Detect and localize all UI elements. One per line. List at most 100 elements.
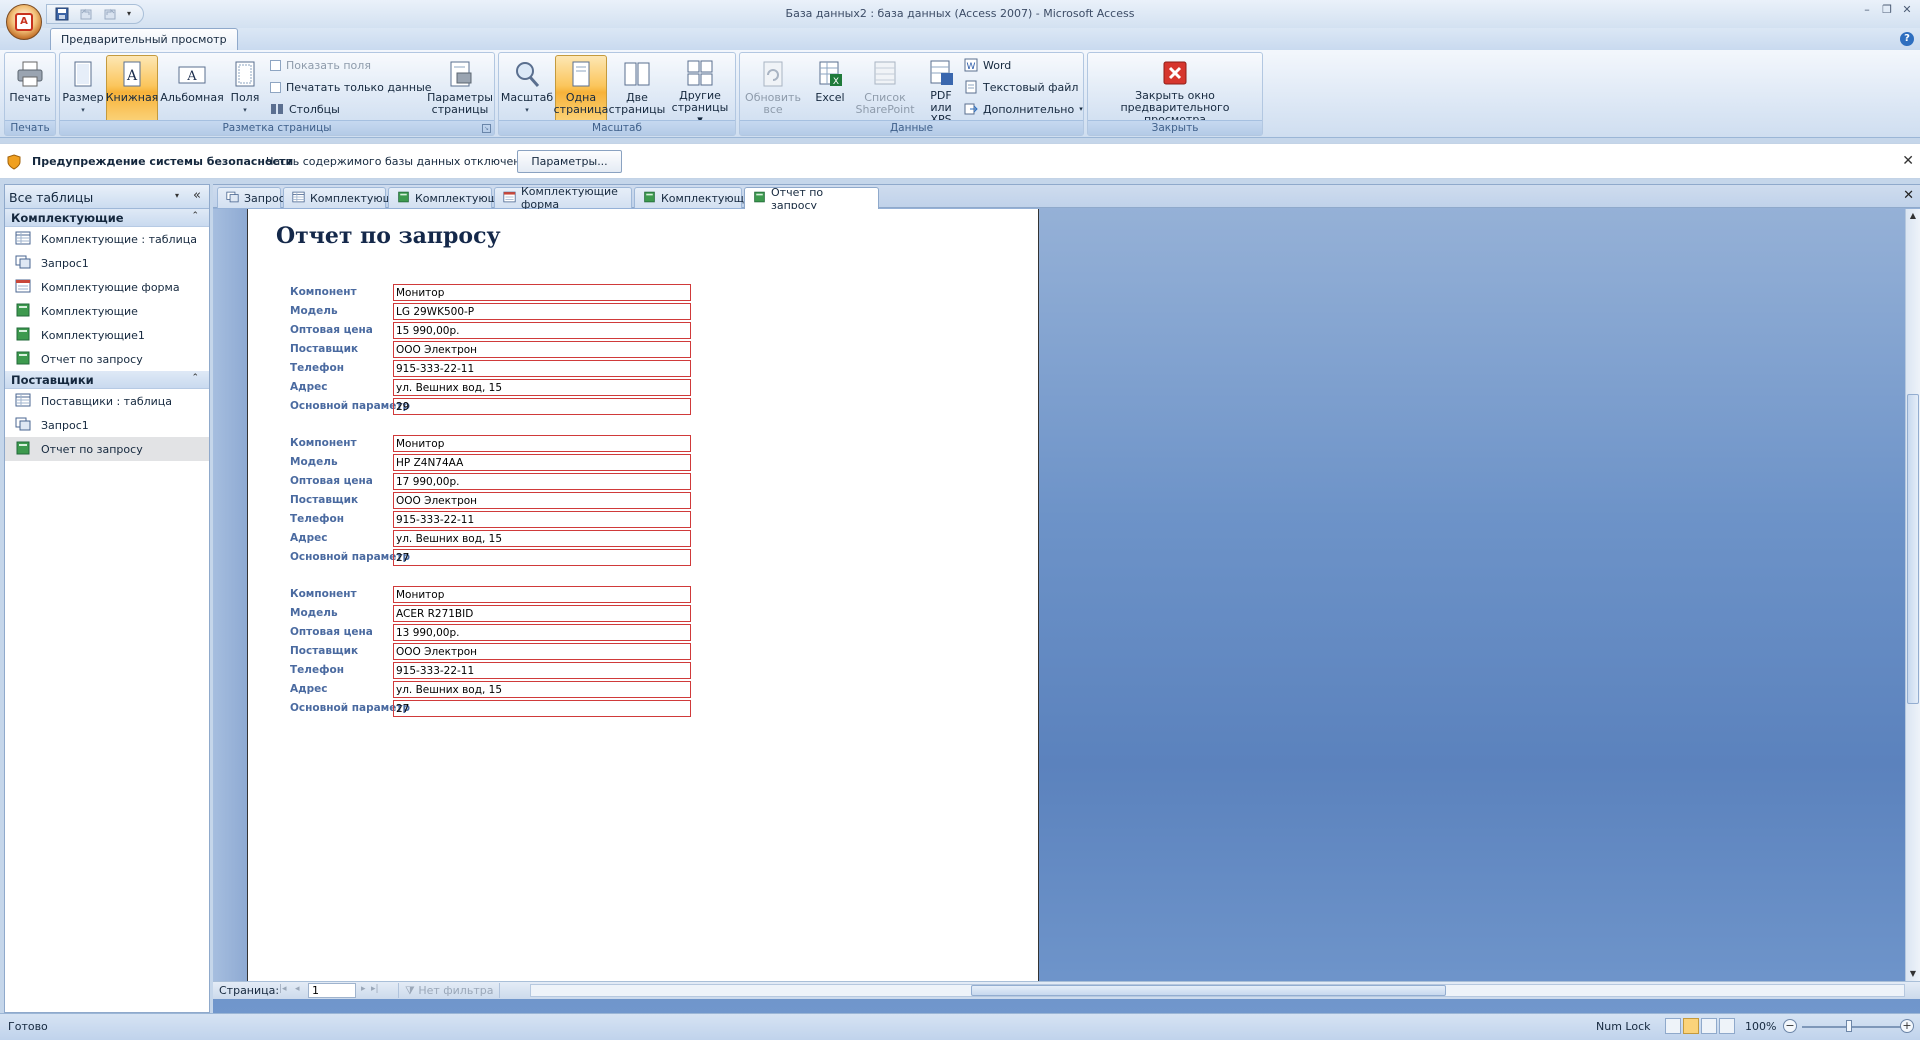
print-preview-view-icon[interactable] (1683, 1018, 1699, 1034)
report-icon (397, 191, 410, 206)
size-button[interactable]: Размер ▾ (62, 55, 104, 121)
zoom-in-icon[interactable]: + (1900, 1019, 1914, 1033)
document-tab[interactable]: Запрос1 (217, 187, 292, 208)
nav-item[interactable]: Комплектующие1 (5, 323, 209, 347)
export-text-file-button[interactable]: Текстовый файл (964, 78, 1078, 96)
more-pages-button[interactable]: Другие страницы ▾ (667, 55, 733, 126)
collapse-group-icon[interactable]: ⌃ (191, 373, 199, 383)
text-file-icon (965, 80, 977, 94)
restore-icon[interactable]: ❐ (1880, 3, 1894, 17)
close-security-bar-icon[interactable]: ✕ (1902, 153, 1914, 169)
group-data-label: Данные (740, 120, 1083, 135)
zoom-button[interactable]: Масштаб ▾ (501, 55, 553, 121)
print-data-only-option[interactable]: Печатать только данные (270, 78, 432, 96)
one-page-button[interactable]: Одна страница (554, 55, 608, 123)
margins-button[interactable]: Поля ▾ (226, 55, 264, 121)
zoom-dropdown-icon: ▾ (525, 106, 529, 114)
print-data-only-label: Печатать только данные (286, 80, 432, 94)
margins-dropdown-icon: ▾ (243, 106, 247, 114)
nav-pane-header[interactable]: Все таблицы ▾ « (5, 185, 209, 209)
tab-print-preview[interactable]: Предварительный просмотр (50, 28, 238, 50)
zoom-slider-thumb[interactable] (1846, 1020, 1852, 1032)
sharepoint-list-button[interactable]: Список SharePoint (854, 55, 916, 121)
document-tab[interactable]: Отчет по запросу (744, 186, 879, 212)
office-button[interactable]: A (6, 4, 42, 40)
collapse-group-icon[interactable]: ⌃ (191, 211, 199, 221)
close-document-icon[interactable]: ✕ (1903, 188, 1914, 203)
minimize-icon[interactable]: – (1860, 3, 1874, 17)
document-tab[interactable]: Комплектующие (283, 187, 407, 208)
first-page-icon[interactable]: |◂ (279, 984, 287, 994)
show-fields-option[interactable]: Показать поля (270, 56, 371, 74)
more-export-button[interactable]: Дополнительно ▾ (964, 100, 1083, 118)
columns-button[interactable]: Столбцы (270, 100, 340, 118)
nav-item[interactable]: Комплектующие : таблица (5, 227, 209, 251)
print-data-only-checkbox[interactable] (270, 81, 281, 93)
svg-text:W: W (967, 62, 976, 72)
report-icon (15, 303, 31, 320)
nav-item[interactable]: Комплектующие форма (5, 275, 209, 299)
nav-group-header[interactable]: Комплектующие ⌃ (5, 209, 209, 227)
landscape-button[interactable]: A Альбомная (160, 55, 224, 121)
export-word-button[interactable]: W Word (964, 56, 1011, 74)
security-warning-title: Предупреждение системы безопасности (32, 155, 294, 168)
pdf-xps-button[interactable]: PDF или XPS (918, 55, 964, 126)
collapse-pane-icon[interactable]: « (193, 188, 201, 203)
close-preview-button[interactable]: Закрыть окно предварительного просмотра (1090, 55, 1260, 126)
refresh-all-button[interactable]: Обновить все (742, 55, 804, 121)
field-label: Основной параметр (290, 702, 410, 714)
page-number-input[interactable]: 1 (308, 983, 356, 998)
nav-item[interactable]: Отчет по запросу (5, 347, 209, 371)
design-view-icon[interactable] (1719, 1018, 1735, 1034)
group-print-label: Печать (5, 120, 55, 135)
filter-status[interactable]: ⧩ Нет фильтра (398, 983, 501, 998)
layout-view-icon[interactable] (1701, 1018, 1717, 1034)
sharepoint-label-2: SharePoint (855, 103, 915, 116)
horizontal-scroll-thumb[interactable] (971, 985, 1446, 996)
zoom-label: Масштаб (500, 91, 554, 104)
two-pages-button[interactable]: Две страницы (609, 55, 665, 121)
page-label: Страница: (219, 984, 280, 997)
field-label: Оптовая цена (290, 626, 373, 638)
document-tab[interactable]: Комплектующие (388, 187, 512, 208)
svg-text:A: A (126, 68, 138, 84)
margins-icon (229, 58, 261, 90)
vertical-scroll-thumb[interactable] (1907, 394, 1919, 704)
security-options-button[interactable]: Параметры... (517, 150, 622, 173)
last-page-icon[interactable]: ▸| (371, 984, 379, 994)
zoom-out-icon[interactable]: − (1783, 1019, 1797, 1033)
page-setup-button[interactable]: Параметры страницы (427, 55, 493, 121)
portrait-icon: A (116, 58, 148, 90)
nav-group-header[interactable]: Поставщики ⌃ (5, 371, 209, 389)
next-page-icon[interactable]: ▸ (361, 984, 366, 994)
page-layout-dialog-launcher-icon[interactable]: ↘ (482, 124, 491, 133)
chevron-down-icon[interactable]: ▾ (175, 191, 179, 200)
vertical-scrollbar[interactable]: ▲ ▼ (1905, 209, 1920, 981)
horizontal-scrollbar[interactable] (530, 984, 1905, 997)
nav-item[interactable]: Запрос1 (5, 251, 209, 275)
nav-item-label: Комплектующие (41, 304, 138, 318)
report-view-icon[interactable] (1665, 1018, 1681, 1034)
form-icon (15, 279, 31, 296)
status-bar: Готово Num Lock 100% − + (0, 1013, 1920, 1040)
scroll-down-icon[interactable]: ▼ (1906, 967, 1920, 981)
document-tab[interactable]: Комплектующие1 (634, 187, 765, 208)
nav-item[interactable]: Комплектующие (5, 299, 209, 323)
scroll-up-icon[interactable]: ▲ (1906, 209, 1920, 223)
nav-item[interactable]: Запрос1 (5, 413, 209, 437)
help-icon[interactable]: ? (1900, 32, 1914, 46)
print-button[interactable]: Печать (7, 55, 53, 121)
close-window-icon[interactable]: ✕ (1900, 3, 1914, 17)
zoom-slider[interactable] (1802, 1026, 1902, 1028)
group-zoom-label: Масштаб (499, 120, 735, 135)
document-tab[interactable]: Комплектующие форма (494, 185, 632, 211)
nav-item[interactable]: Поставщики : таблица (5, 389, 209, 413)
table-icon (15, 231, 31, 248)
portrait-button[interactable]: A Книжная (106, 55, 158, 123)
prev-page-icon[interactable]: ◂ (295, 984, 300, 994)
export-excel-button[interactable]: X Excel (808, 55, 852, 121)
more-export-dropdown-icon: ▾ (1079, 105, 1083, 113)
show-fields-checkbox[interactable] (270, 59, 281, 71)
field-value: ул. Вешних вод, 15 (393, 681, 691, 698)
nav-item[interactable]: Отчет по запросу (5, 437, 209, 461)
